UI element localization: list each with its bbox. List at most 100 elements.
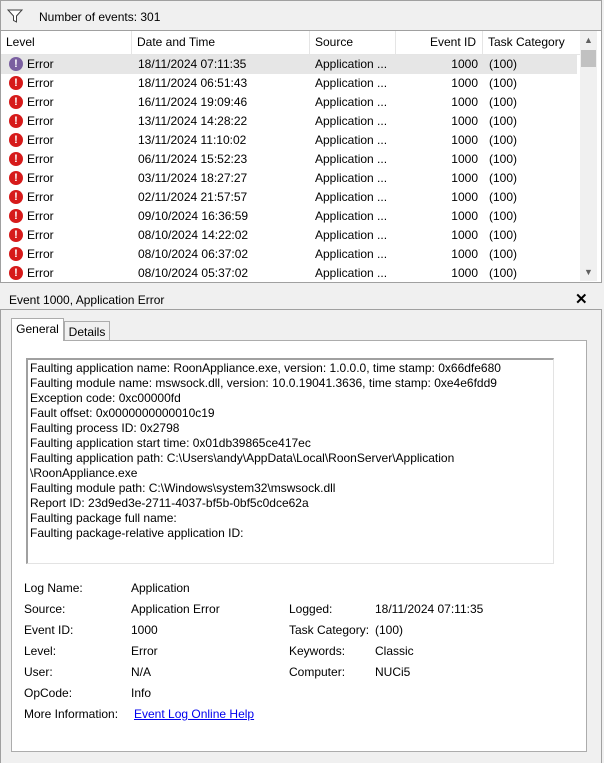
message-line: Faulting module path: C:\Windows\system3…	[30, 481, 336, 495]
row-cell-category: (100)	[489, 228, 518, 242]
more-information-label: More Information:	[24, 707, 119, 721]
error-icon: !	[9, 247, 23, 261]
error-icon: !	[9, 209, 23, 223]
row-cell-event-id: 1000	[451, 247, 478, 261]
table-row[interactable]: ! Error 06/11/2024 15:52:23 Application ...…	[1, 150, 577, 169]
row-cell-datetime: 09/10/2024 16:36:59	[138, 209, 249, 223]
row-cell-event-id: 1000	[451, 76, 478, 90]
task-category-value: (100)	[375, 623, 404, 637]
computer-label: Computer:	[289, 665, 346, 679]
row-cell-datetime: 08/10/2024 14:22:02	[138, 228, 249, 242]
filter-icon[interactable]	[7, 9, 23, 23]
error-icon: !	[9, 190, 23, 204]
row-cell-level: Error	[27, 171, 54, 185]
row-cell-level: Error	[27, 57, 54, 71]
message-line: Faulting package full name:	[30, 511, 177, 525]
row-cell-source: Application ...	[315, 152, 388, 166]
column-header-datetime[interactable]: Date and Time	[132, 31, 310, 54]
row-cell-source: Application ...	[315, 114, 388, 128]
user-value: N/A	[131, 665, 152, 679]
row-cell-event-id: 1000	[451, 190, 478, 204]
vertical-scrollbar[interactable]: ▲ ▼	[580, 31, 597, 281]
message-line: Faulting application path: C:\Users\andy…	[30, 451, 455, 465]
message-line: Fault offset: 0x0000000000010c19	[30, 406, 215, 420]
message-line: Faulting application start time: 0x01db3…	[30, 436, 311, 450]
row-cell-event-id: 1000	[451, 114, 478, 128]
level-value: Error	[131, 644, 158, 658]
source-value: Application Error	[131, 602, 220, 616]
row-cell-level: Error	[27, 209, 54, 223]
table-row[interactable]: ! Error 13/11/2024 14:28:22 Application ...…	[1, 112, 577, 131]
row-cell-source: Application ...	[315, 228, 388, 242]
row-cell-level: Error	[27, 247, 54, 261]
row-cell-category: (100)	[489, 266, 518, 280]
table-row[interactable]: ! Error 18/11/2024 06:51:43 Application ...…	[1, 74, 577, 93]
row-cell-event-id: 1000	[451, 95, 478, 109]
row-cell-datetime: 03/11/2024 18:27:27	[138, 171, 248, 185]
row-cell-level: Error	[27, 76, 54, 90]
error-icon: !	[9, 57, 23, 71]
close-icon[interactable]: ✕	[575, 290, 588, 308]
table-row[interactable]: ! Error 09/10/2024 16:36:59 Application ...…	[1, 207, 577, 226]
user-label: User:	[24, 665, 53, 679]
row-cell-level: Error	[27, 190, 54, 204]
table-row[interactable]: ! Error 02/11/2024 21:57:57 Application ...…	[1, 188, 577, 207]
event-log-online-help-link[interactable]: Event Log Online Help	[134, 707, 254, 721]
row-cell-category: (100)	[489, 171, 518, 185]
log-name-label: Log Name:	[24, 581, 83, 595]
column-header-level[interactable]: Level	[1, 31, 132, 54]
row-cell-category: (100)	[489, 247, 518, 261]
table-row[interactable]: ! Error 08/10/2024 05:37:02 Application ...…	[1, 264, 577, 282]
error-icon: !	[9, 228, 23, 242]
scroll-down-arrow-icon[interactable]: ▼	[584, 267, 593, 277]
tab-general[interactable]: General	[11, 318, 64, 341]
scroll-up-arrow-icon[interactable]: ▲	[584, 35, 593, 45]
level-label: Level:	[24, 644, 57, 658]
event-list[interactable]: Level Date and Time Source Event ID Task…	[0, 31, 602, 283]
table-row[interactable]: ! Error 18/11/2024 07:11:35 Application ...…	[1, 55, 577, 74]
row-cell-source: Application ...	[315, 171, 388, 185]
event-count-label: Number of events: 301	[39, 10, 161, 24]
table-row[interactable]: ! Error 08/10/2024 06:37:02 Application ...…	[1, 245, 577, 264]
tab-details[interactable]: Details	[64, 321, 110, 342]
log-name-value: Application	[131, 581, 190, 595]
error-icon: !	[9, 133, 23, 147]
table-row[interactable]: ! Error 13/11/2024 11:10:02 Application ...…	[1, 131, 577, 150]
scrollbar-thumb[interactable]	[581, 50, 596, 67]
row-cell-event-id: 1000	[451, 152, 478, 166]
row-cell-event-id: 1000	[451, 57, 478, 71]
row-cell-source: Application ...	[315, 133, 388, 147]
table-row[interactable]: ! Error 08/10/2024 14:22:02 Application ...…	[1, 226, 577, 245]
message-line: Faulting package-relative application ID…	[30, 526, 244, 540]
column-header-task-category[interactable]: Task Category	[483, 31, 581, 54]
error-icon: !	[9, 76, 23, 90]
error-icon: !	[9, 266, 23, 280]
row-cell-category: (100)	[489, 95, 518, 109]
row-cell-category: (100)	[489, 133, 518, 147]
row-cell-source: Application ...	[315, 266, 388, 280]
message-line: Faulting application name: RoonAppliance…	[30, 361, 501, 375]
column-header-event-id[interactable]: Event ID	[396, 31, 483, 54]
error-icon: !	[9, 152, 23, 166]
event-detail-title: Event 1000, Application Error	[9, 293, 165, 307]
filter-bar: Number of events: 301	[0, 0, 602, 31]
message-line: \RoonAppliance.exe	[30, 466, 138, 480]
row-cell-category: (100)	[489, 114, 518, 128]
error-icon: !	[9, 114, 23, 128]
logged-value: 18/11/2024 07:11:35	[375, 602, 484, 616]
event-message-box[interactable]: Faulting application name: RoonAppliance…	[26, 358, 554, 564]
opcode-label: OpCode:	[24, 686, 73, 700]
keywords-label: Keywords:	[289, 644, 346, 658]
row-cell-category: (100)	[489, 57, 518, 71]
row-cell-event-id: 1000	[451, 228, 478, 242]
source-label: Source:	[24, 602, 66, 616]
row-cell-source: Application ...	[315, 95, 388, 109]
row-cell-datetime: 16/11/2024 19:09:46	[138, 95, 248, 109]
column-header-source[interactable]: Source	[310, 31, 396, 54]
table-row[interactable]: ! Error 16/11/2024 19:09:46 Application ...…	[1, 93, 577, 112]
row-cell-datetime: 18/11/2024 06:51:43	[138, 76, 248, 90]
task-category-label: Task Category:	[289, 623, 370, 637]
table-row[interactable]: ! Error 03/11/2024 18:27:27 Application ...…	[1, 169, 577, 188]
row-cell-datetime: 08/10/2024 05:37:02	[138, 266, 249, 280]
pane-splitter[interactable]	[0, 283, 604, 289]
